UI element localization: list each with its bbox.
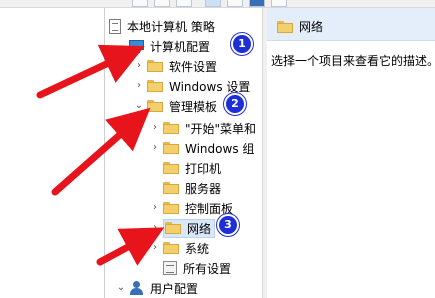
collapse-chevron-icon[interactable]: ⌄ [133,100,145,112]
tree-node-user-config[interactable]: ⌄ 用户配置 [115,278,198,298]
detail-pane: 网络 选择一个项目来查看它的描述。 [267,8,435,298]
tree-node-label: 所有设置 [183,261,232,276]
show-hide-tree-button[interactable] [205,0,221,7]
expand-chevron-icon[interactable]: › [149,142,161,154]
properties-button[interactable] [227,0,243,7]
tree-node-label: 服务器 [185,181,222,196]
expand-chevron-icon[interactable]: › [149,222,161,234]
user-icon [129,281,144,295]
tree-node-control-panel[interactable]: › 控制面板 [149,198,233,218]
tree-node-label: Windows 组 [185,141,255,156]
folder-icon [165,222,181,234]
folder-icon [163,182,179,194]
settings-list-icon [163,261,177,275]
tree-node-label: "开始"菜单和 [185,121,257,136]
toolbar [0,0,435,8]
selected-highlight: 网络 [163,218,216,238]
tree-node-label: 系统 [185,241,210,256]
tree-node-label: Windows 设置 [169,79,251,94]
tree-node-label: 管理模板 [169,99,218,114]
folder-icon [163,242,179,254]
tree-node-all-settings[interactable]: 所有设置 [163,258,231,278]
folder-icon [163,122,179,134]
detail-header: 网络 [267,8,435,41]
expand-chevron-icon[interactable]: › [133,60,145,72]
up-button[interactable] [176,0,192,7]
tree-node-computer-config[interactable]: ⌄ 计算机配置 [115,36,210,56]
tree-node-admin-templates[interactable]: ⌄ 管理模板 [133,96,217,116]
collapse-chevron-icon[interactable]: ⌄ [115,282,127,294]
filter-button[interactable] [271,0,287,7]
tree-node-label: 计算机配置 [150,39,211,54]
tree-node-label: 打印机 [185,161,222,176]
help-button[interactable] [249,0,265,7]
folder-icon [147,80,163,92]
folder-icon [163,202,179,214]
tree-node-system[interactable]: › 系统 [149,238,209,258]
folder-icon [277,20,293,33]
tree-node-root[interactable]: 本地计算机 策略 [109,16,215,36]
detail-description: 选择一个项目来查看它的描述。 [271,54,435,68]
tree-node-label: 网络 [187,221,212,236]
tree-node-servers[interactable]: 服务器 [163,178,221,198]
expand-chevron-icon[interactable]: › [149,242,161,254]
tree-node-label: 本地计算机 策略 [127,19,215,34]
annotation-badge-2: 2 [224,93,246,115]
policy-icon [109,18,121,34]
tree-node-label: 软件设置 [169,59,218,74]
tree-node-software-settings[interactable]: › 软件设置 [133,56,217,76]
folder-icon [163,142,179,154]
tree-node-network[interactable]: › 网络 [149,218,216,238]
forward-button[interactable] [154,0,170,7]
folder-icon [147,100,163,112]
back-button[interactable] [132,0,148,7]
expand-chevron-icon[interactable]: › [149,122,161,134]
computer-icon [129,39,144,53]
tree-node-printers[interactable]: 打印机 [163,158,221,178]
tree-node-windows-components[interactable]: › Windows 组 [149,138,254,158]
annotation-badge-3: 3 [217,214,239,236]
folder-icon [163,162,179,174]
collapse-chevron-icon[interactable]: ⌄ [115,40,127,52]
expand-chevron-icon[interactable]: › [149,202,161,214]
expand-chevron-icon[interactable]: › [133,80,145,92]
tree-node-label: 用户配置 [150,281,199,296]
detail-title: 网络 [299,20,324,34]
annotation-badge-1: 1 [231,33,253,55]
folder-icon [147,60,163,72]
tree-node-start-menu[interactable]: › "开始"菜单和 [149,118,256,138]
